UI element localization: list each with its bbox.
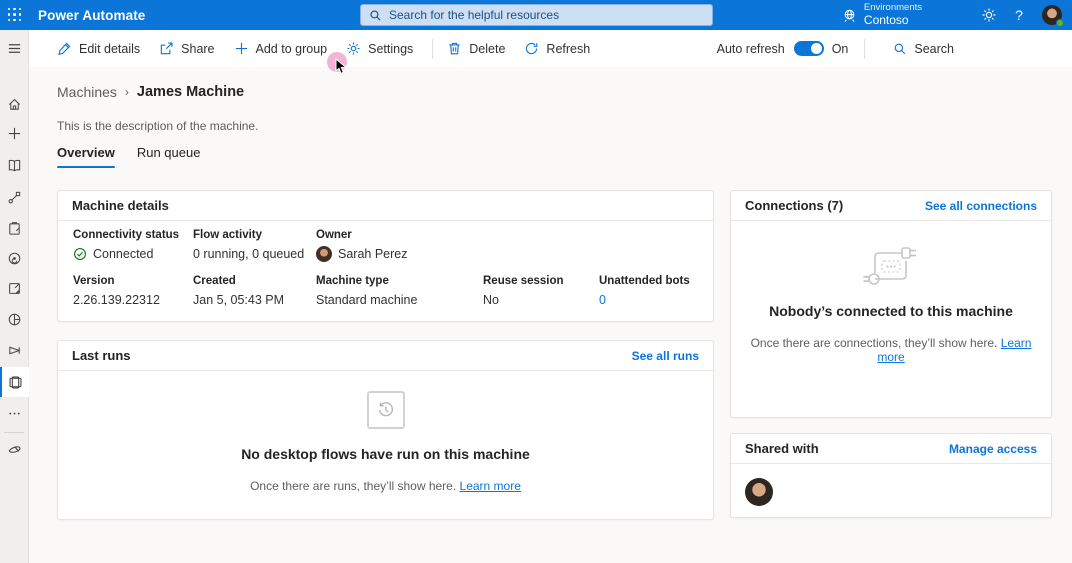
environments-label: Environments [863, 1, 922, 13]
trash-icon [449, 42, 460, 55]
auto-refresh-label: Auto refresh [716, 41, 785, 56]
environments-icon [842, 8, 857, 23]
breadcrumb: Machines › James Machine [57, 84, 244, 100]
learn-icon[interactable] [0, 150, 29, 180]
manage-access-link[interactable]: Manage access [949, 442, 1037, 456]
plug-connection-icon [860, 243, 922, 291]
share-button[interactable]: Share [159, 41, 215, 56]
settings-button[interactable]: Settings [346, 41, 413, 56]
owner-field: Owner Sarah Perez [316, 229, 408, 262]
share-icon [160, 42, 173, 55]
help-icon[interactable]: ? [1004, 0, 1034, 30]
presence-indicator [1056, 19, 1064, 27]
empty-state-title: Nobody’s connected to this machine [769, 303, 1013, 319]
connected-check-icon [74, 248, 86, 260]
process-mining-icon[interactable] [0, 243, 29, 273]
unattended-bots-link[interactable]: 0 [599, 292, 690, 308]
shared-user-avatar[interactable] [745, 478, 773, 506]
settings-gear-icon[interactable] [974, 0, 1004, 30]
home-icon[interactable] [0, 89, 29, 119]
machine-description: This is the description of the machine. [57, 119, 259, 133]
gear-icon [347, 42, 360, 55]
toolbar-divider [864, 38, 866, 59]
chevron-right-icon: › [124, 85, 129, 99]
command-bar: Edit details Share Add to group Settings… [29, 30, 1072, 67]
power-automate-app: Power Automate Search for the helpful re… [0, 0, 1072, 563]
environment-name: Contoso [863, 12, 909, 27]
card-title: Last runs [72, 348, 131, 363]
machine-details-card: Machine details Connectivity status Conn… [57, 190, 714, 322]
plus-icon [235, 42, 247, 55]
card-title: Connections (7) [745, 198, 844, 213]
sidebar-divider [4, 432, 24, 433]
refresh-button[interactable]: Refresh [524, 41, 590, 56]
solutions-icon[interactable] [0, 335, 29, 365]
see-all-runs-link[interactable]: See all runs [632, 349, 699, 363]
edit-details-button[interactable]: Edit details [57, 41, 140, 56]
reuse-session-field: Reuse session No [483, 275, 564, 307]
power-platform-icon[interactable] [0, 434, 29, 464]
hamburger-menu-icon[interactable] [0, 33, 29, 63]
unattended-bots-field: Unattended bots 0 [599, 275, 690, 308]
search-icon [895, 43, 906, 54]
pencil-icon [58, 42, 71, 56]
page-title: James Machine [136, 84, 245, 100]
top-app-bar: Power Automate Search for the helpful re… [0, 0, 1072, 30]
machine-type-field: Machine type Standard machine [316, 275, 418, 307]
version-field: Version 2.26.139.22312 [73, 275, 160, 307]
empty-state-text: Once there are runs, they’ll show here. … [250, 479, 521, 493]
machines-icon[interactable] [0, 367, 29, 397]
environment-picker[interactable]: Environments Contoso [842, 1, 922, 28]
templates-icon[interactable] [0, 213, 29, 243]
tab-run-queue[interactable]: Run queue [137, 145, 201, 168]
connectivity-status-field: Connectivity status Connected [73, 229, 180, 261]
global-search-placeholder: Search for the helpful resources [389, 8, 560, 22]
owner-avatar [316, 246, 332, 262]
tab-overview[interactable]: Overview [57, 145, 115, 168]
tab-bar: Overview Run queue [57, 145, 200, 168]
more-icon[interactable] [0, 398, 29, 428]
account-avatar[interactable] [1042, 5, 1064, 27]
auto-refresh-toggle[interactable] [793, 41, 824, 56]
delete-button[interactable]: Delete [447, 41, 505, 56]
breadcrumb-machines-link[interactable]: Machines [57, 84, 117, 100]
last-runs-card: Last runs See all runs No desktop flows … [57, 340, 714, 520]
search-icon [369, 9, 382, 22]
flows-icon[interactable] [0, 182, 29, 212]
activity-icon[interactable] [0, 273, 29, 303]
history-icon [366, 391, 405, 429]
auto-refresh-state: On [831, 41, 849, 56]
app-launcher-waffle-icon[interactable] [0, 0, 30, 30]
global-search-input[interactable]: Search for the helpful resources [360, 4, 713, 26]
add-to-group-button[interactable]: Add to group [234, 41, 327, 56]
connections-card: Connections (7) See all connections Nobo… [730, 190, 1052, 418]
ai-builder-icon[interactable] [0, 304, 29, 334]
created-field: Created Jan 5, 05:43 PM [193, 275, 285, 307]
empty-state-title: No desktop flows have run on this machin… [241, 446, 530, 462]
card-title: Machine details [72, 198, 169, 213]
refresh-icon [526, 42, 538, 55]
create-icon[interactable] [0, 118, 29, 148]
list-search-button[interactable]: Search [893, 42, 954, 56]
toolbar-divider [432, 38, 434, 59]
shared-with-card: Shared with Manage access [730, 433, 1052, 518]
learn-more-link[interactable]: Learn more [460, 479, 521, 493]
app-title: Power Automate [38, 7, 146, 23]
mouse-cursor [335, 58, 347, 75]
left-navigation-rail [0, 30, 29, 563]
flow-activity-field: Flow activity 0 running, 0 queued [193, 229, 305, 261]
empty-state-text: Once there are connections, they’ll show… [750, 336, 1032, 364]
card-title: Shared with [745, 441, 819, 456]
see-all-connections-link[interactable]: See all connections [925, 199, 1037, 213]
